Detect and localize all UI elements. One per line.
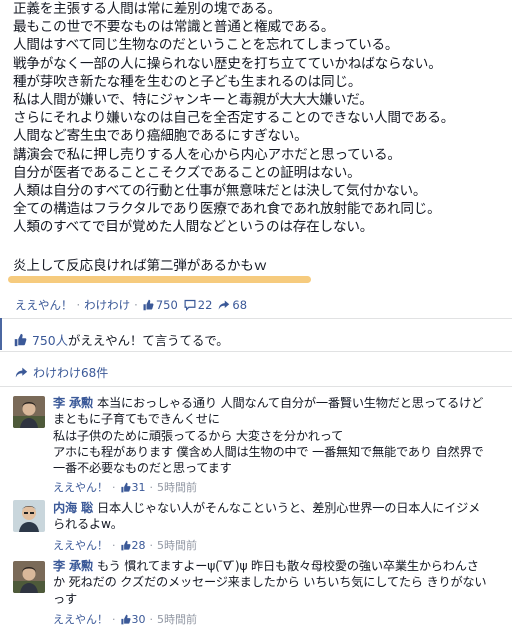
post-line: 人類は自分のすべての行動と仕事が無意味だとは決して気付かない。 bbox=[13, 183, 427, 200]
post-line: 人間など寄生虫であり癌細胞であるにすぎない。 bbox=[13, 128, 308, 145]
share-count-value: 68 bbox=[232, 298, 248, 312]
like-count-value: 750 bbox=[155, 298, 178, 312]
comment-like-count[interactable]: 28 bbox=[120, 539, 146, 552]
post-body: 正義を主張する人間は常に差別の塊である。 最もこの世で不要なものは常識と普通と権… bbox=[13, 0, 499, 237]
comment-like-link[interactable]: ええやん！ bbox=[53, 537, 108, 553]
post-action-bar: ええやん！ · わけわけ · 750 22 68 bbox=[15, 297, 247, 313]
comment-like-value: 28 bbox=[131, 538, 146, 552]
avatar[interactable] bbox=[13, 561, 45, 593]
comment-text: 李 承勲 本当におっしゃる通り 人間なんて自分が一番賢い生物だと思ってるけど まと… bbox=[53, 395, 498, 476]
post-line: 種が芽吹き新たな種を生むのと子ども生まれるのは同じ。 bbox=[13, 73, 362, 90]
divider bbox=[0, 386, 512, 387]
post-line: 人間はすべて同じ生物なのだということを忘れてしまっている。 bbox=[13, 37, 399, 54]
comment-like-link[interactable]: ええやん！ bbox=[53, 479, 108, 495]
like-count[interactable]: 750 bbox=[142, 298, 178, 312]
comment-meta: ええやん！ · 28 · 5時間前 bbox=[53, 537, 197, 553]
likes-summary: 750人がええやん！て言うてるで。 bbox=[13, 331, 229, 349]
comment-like-count[interactable]: 31 bbox=[120, 481, 146, 494]
comment-timestamp[interactable]: 5時間前 bbox=[157, 611, 197, 627]
share-arrow-icon bbox=[219, 300, 230, 310]
like-summary-accent bbox=[0, 318, 2, 350]
post-line: 私は人間が嫌いで、特にジャンキーと毒親が大大大嫌いだ。 bbox=[13, 92, 373, 109]
post-line: 自分が医者であることこそクズであることの証明はない。 bbox=[13, 164, 361, 181]
post-line: さらにそれより嫌いなのは自己を全否定することのできない人間である。 bbox=[13, 110, 455, 127]
post-line: 正義を主張する人間は常に差別の塊である。 bbox=[13, 1, 281, 17]
likes-summary-text: がええやん！て言うてるで。 bbox=[68, 333, 229, 348]
comment-like-value: 31 bbox=[131, 480, 146, 494]
highlight-underline bbox=[8, 276, 311, 283]
comment-line: られるよw。 bbox=[53, 517, 123, 532]
post-line: 人類のすべてで目が覚めた人間などというのは存在しない。 bbox=[13, 219, 374, 236]
avatar[interactable] bbox=[13, 396, 45, 428]
comment-line: 本当におっしゃる通り 人間なんて自分が一番賢い生物だと思ってるけど bbox=[97, 396, 484, 410]
comment-like-link[interactable]: ええやん！ bbox=[53, 611, 108, 627]
comment-timestamp[interactable]: 5時間前 bbox=[157, 537, 197, 553]
post-line: 最もこの世で不要なものは常識と普通と権威である。 bbox=[13, 19, 335, 36]
avatar-image bbox=[13, 561, 45, 593]
share-count[interactable]: 68 bbox=[218, 298, 247, 312]
comment-like-count[interactable]: 30 bbox=[120, 613, 146, 626]
comment-count[interactable]: 22 bbox=[184, 298, 213, 312]
comment-author[interactable]: 李 承勲 bbox=[53, 559, 93, 573]
divider bbox=[0, 318, 512, 319]
separator-dot: · bbox=[134, 298, 138, 312]
comment-line: か 死ねだの クズだのメッセージ来ましたから いちいち気にしてたら きりがない bbox=[53, 575, 487, 590]
comment-line: アホにも程があります 僕含め人間は生物の中で 一番無知で無能であり 自然界で bbox=[53, 444, 484, 459]
thumbs-up-icon bbox=[120, 540, 131, 550]
comment-line: まともに子育てもできんくせに bbox=[53, 412, 220, 427]
shares-summary[interactable]: わけわけ68件 bbox=[15, 364, 108, 381]
comment-text: 李 承勲 もう 慣れてますよーψ( ̄∇ ̄)ψ 昨日も散々母校愛の強い卒業生から… bbox=[53, 558, 498, 607]
post-line: 全ての構造はフラクタルであり医療であれ食であれ放射能であれ同じ。 bbox=[13, 201, 441, 218]
avatar[interactable] bbox=[13, 500, 45, 532]
separator-dot: · bbox=[112, 480, 116, 494]
speech-bubble-icon bbox=[184, 299, 196, 311]
separator-dot: · bbox=[149, 612, 154, 626]
thumbs-up-icon bbox=[120, 614, 131, 624]
thumbs-up-icon bbox=[14, 333, 27, 347]
comment-meta: ええやん！ · 30 · 5時間前 bbox=[53, 611, 197, 627]
like-link[interactable]: ええやん！ bbox=[15, 297, 73, 313]
comment-text: 内海 聡日本人じゃない人がそんなこというと、差別心世界一の日本人にイジメ られる… bbox=[53, 500, 498, 533]
avatar-image bbox=[13, 396, 45, 428]
comment-like-value: 30 bbox=[131, 612, 146, 626]
comment-line: もう 慣れてますよーψ( ̄∇ ̄)ψ 昨日も散々母校愛の強い卒業生からわんさ bbox=[97, 559, 479, 573]
separator-dot: · bbox=[112, 538, 116, 552]
share-arrow-icon bbox=[15, 367, 28, 378]
separator-dot: · bbox=[112, 612, 116, 626]
comment-author[interactable]: 内海 聡 bbox=[53, 501, 93, 515]
thumbs-up-icon bbox=[143, 299, 154, 311]
separator-dot: · bbox=[149, 538, 154, 552]
separator-dot: · bbox=[76, 298, 81, 312]
share-link[interactable]: わけわけ bbox=[84, 297, 130, 313]
comment-line: っす bbox=[53, 591, 77, 606]
comment-meta: ええやん！ · 31 · 5時間前 bbox=[53, 479, 197, 495]
comment-line: 私は子供のために頑張ってるから 大変さを分かれって bbox=[53, 428, 344, 443]
likes-summary-count[interactable]: 750人 bbox=[32, 333, 68, 348]
comment-count-value: 22 bbox=[197, 298, 213, 312]
post-highlight: 炎上して反応良ければ第二弾があるかもｗ bbox=[8, 254, 311, 283]
thumbs-up-icon bbox=[120, 482, 131, 492]
avatar-image bbox=[13, 500, 45, 532]
comment-line: 日本人じゃない人がそんなこというと、差別心世界一の日本人にイジメ bbox=[97, 501, 481, 515]
comment-author[interactable]: 李 承勲 bbox=[53, 396, 93, 410]
highlight-text: 炎上して反応良ければ第二弾があるかもｗ bbox=[13, 258, 268, 274]
post-line: 戦争がなく一部の人に操られない歴史を打ち立てていかねばならない。 bbox=[13, 55, 442, 72]
separator-dot: · bbox=[149, 480, 154, 494]
comment-line: 一番不必要なものだと思ってます bbox=[53, 461, 232, 476]
shares-summary-text: わけわけ68件 bbox=[33, 366, 109, 380]
comment-timestamp[interactable]: 5時間前 bbox=[157, 479, 197, 495]
divider bbox=[0, 351, 512, 352]
post-line: 講演会で私に押し売りする人を心から内心アホだと思っている。 bbox=[13, 146, 401, 163]
